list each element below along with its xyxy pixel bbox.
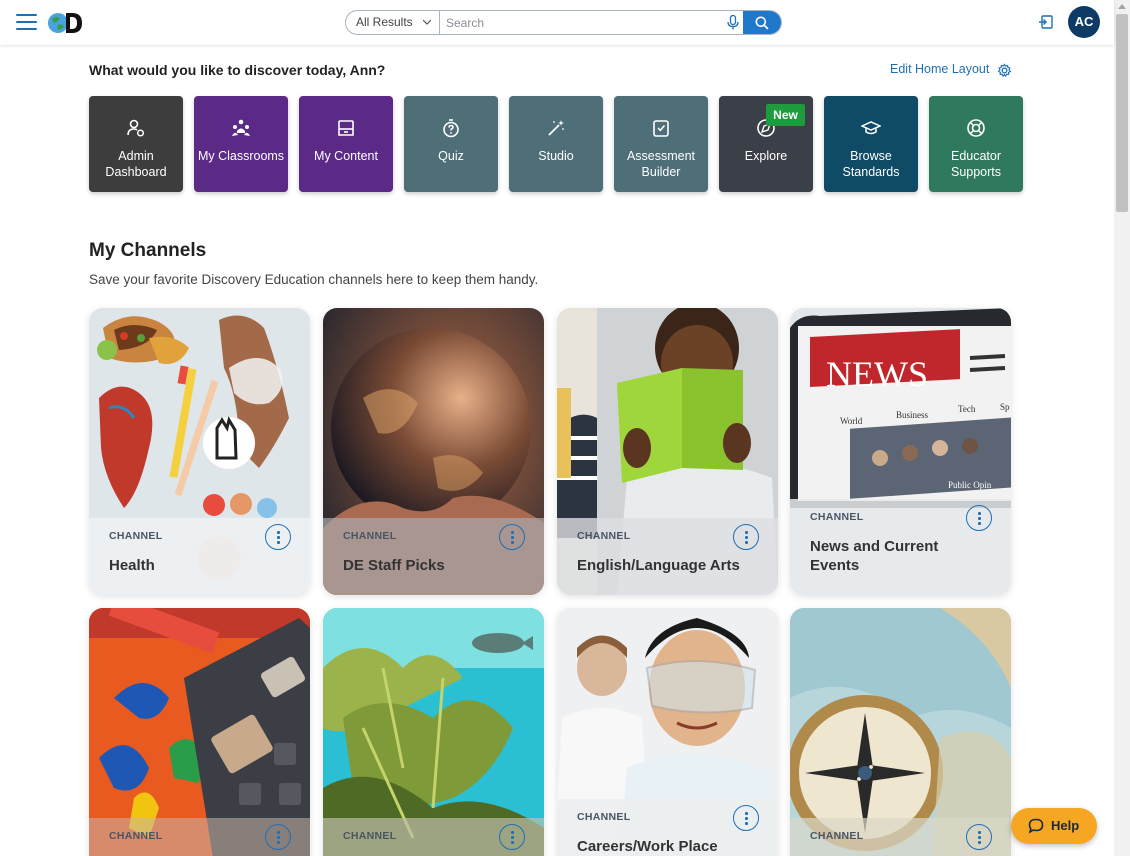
channel-title: DE Staff Picks: [343, 557, 445, 574]
channel-title: Careers/Work Place: [577, 838, 718, 855]
news-caption-text: Public Opin: [948, 480, 992, 490]
admin-user-gear-icon: [127, 119, 145, 137]
exit-icon[interactable]: [1038, 14, 1054, 30]
card-more-options-button[interactable]: [265, 524, 291, 550]
assessment-clipboard-icon: [653, 120, 669, 137]
tile-label: Explore: [744, 149, 788, 163]
channel-card-de-staff-picks[interactable]: CHANNEL DE Staff Picks: [323, 308, 544, 595]
tile-label: Quiz: [438, 149, 464, 163]
card-more-options-button[interactable]: [499, 524, 525, 550]
tile-label: Browse Standards: [842, 149, 900, 179]
channel-type-label: CHANNEL: [109, 830, 163, 842]
card-more-options-button[interactable]: [966, 824, 992, 850]
tile-label: Admin Dashboard: [105, 149, 167, 179]
microphone-icon[interactable]: [726, 15, 740, 30]
tile-educator-supports[interactable]: Educator Supports: [929, 96, 1023, 192]
channel-card-careers-work-place[interactable]: CHANNEL Careers/Work Place: [557, 608, 778, 856]
channel-card-news-current-events[interactable]: NEWS World Business Tech Sp Public Opin …: [790, 308, 1011, 595]
channel-card-science[interactable]: CHANNEL: [323, 608, 544, 856]
card-more-options-button[interactable]: [733, 524, 759, 550]
tile-label: Educator Supports: [950, 149, 1002, 179]
search-button[interactable]: [743, 11, 781, 34]
channel-type-label: CHANNEL: [810, 511, 864, 523]
search-bar: All Results: [345, 10, 782, 35]
channel-title: News and Current Events: [810, 538, 939, 574]
channel-card-health[interactable]: CHANNEL Health: [89, 308, 310, 595]
tile-browse-standards[interactable]: Browse Standards: [824, 96, 918, 192]
tile-label: Assessment Builder: [626, 149, 696, 179]
tile-admin-dashboard[interactable]: Admin Dashboard: [89, 96, 183, 192]
quiz-stopwatch-icon: [443, 119, 459, 138]
channel-type-label: CHANNEL: [343, 830, 397, 842]
top-navigation-bar: All Results AC: [0, 0, 1114, 45]
help-label: Help: [1051, 818, 1080, 833]
user-avatar[interactable]: AC: [1068, 6, 1100, 38]
news-headline-text: NEWS: [826, 354, 928, 394]
lifebuoy-icon: [967, 119, 985, 137]
channel-type-label: CHANNEL: [343, 530, 397, 542]
content-folder-icon: [338, 120, 354, 136]
hamburger-menu-icon[interactable]: [16, 14, 37, 30]
news-tab-text: Business: [896, 410, 929, 420]
chat-bubble-icon: [1028, 818, 1044, 834]
tile-label: My Content: [314, 149, 378, 163]
news-tab-text: Tech: [958, 404, 976, 414]
tile-quiz[interactable]: Quiz: [404, 96, 498, 192]
search-scope-dropdown[interactable]: All Results: [346, 11, 440, 34]
search-icon: [755, 16, 769, 30]
classroom-people-icon: [232, 119, 250, 136]
tile-assessment-builder[interactable]: Assessment Builder: [614, 96, 708, 192]
channel-type-label: CHANNEL: [577, 530, 631, 542]
scroll-up-arrow-icon[interactable]: [1118, 4, 1126, 9]
channel-card-english-language-arts[interactable]: CHANNEL English/Language Arts: [557, 308, 778, 595]
search-scope-label: All Results: [356, 15, 413, 29]
card-more-options-button[interactable]: [499, 824, 525, 850]
card-more-options-button[interactable]: [966, 505, 992, 531]
tile-label: My Classrooms: [197, 149, 285, 163]
help-button[interactable]: Help: [1011, 808, 1097, 844]
news-tab-text: Sp: [1000, 402, 1010, 412]
chevron-down-icon: [423, 19, 431, 25]
tile-label: Studio: [538, 149, 574, 163]
card-more-options-button[interactable]: [265, 824, 291, 850]
greeting-heading: What would you like to discover today, A…: [89, 62, 386, 78]
edit-home-layout-link[interactable]: Edit Home Layout: [890, 62, 989, 76]
channel-title: Health: [109, 557, 155, 574]
gear-icon[interactable]: [997, 63, 1012, 78]
discovery-education-logo[interactable]: [46, 10, 84, 36]
channel-type-label: CHANNEL: [577, 811, 631, 823]
my-channels-heading: My Channels: [89, 240, 207, 261]
tile-studio[interactable]: Studio: [509, 96, 603, 192]
new-badge: New: [766, 104, 805, 126]
news-tab-text: World: [840, 416, 863, 426]
scrollbar-thumb[interactable]: [1116, 14, 1128, 212]
studio-wand-icon: [548, 120, 564, 136]
channel-card-social-studies[interactable]: CHANNEL: [790, 608, 1011, 856]
tile-my-classrooms[interactable]: My Classrooms: [194, 96, 288, 192]
graduation-cap-icon: [861, 121, 881, 135]
tile-my-content[interactable]: My Content: [299, 96, 393, 192]
channel-type-label: CHANNEL: [810, 830, 864, 842]
my-channels-subtitle: Save your favorite Discovery Education c…: [89, 272, 539, 287]
card-more-options-button[interactable]: [733, 805, 759, 831]
search-input[interactable]: [446, 11, 726, 34]
channel-type-label: CHANNEL: [109, 530, 163, 542]
channel-title: English/Language Arts: [577, 557, 740, 574]
channel-card-math[interactable]: CHANNEL: [89, 608, 310, 856]
